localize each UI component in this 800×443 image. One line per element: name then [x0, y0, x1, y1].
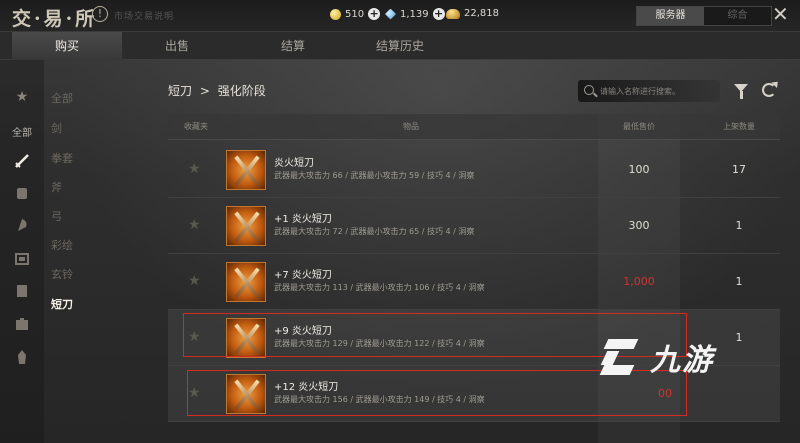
header-quantity[interactable]: 上架数量: [698, 114, 780, 140]
category-item-painting[interactable]: 彩绘: [51, 237, 73, 253]
filter-icon[interactable]: [734, 84, 748, 99]
item-stats: 武器最大攻击力 72 / 武器最小攻击力 65 / 技巧 4 / 洞察: [274, 227, 475, 236]
currency-gem: 1,139 +: [385, 8, 445, 20]
item-quantity: 17: [732, 163, 746, 176]
search-icon[interactable]: [584, 85, 594, 95]
book-icon[interactable]: [13, 316, 31, 334]
breadcrumb: 短刀 > 强化阶段: [168, 82, 266, 99]
item-price: 300: [628, 219, 650, 232]
watermark: 九游: [599, 332, 780, 382]
header-price[interactable]: 最低售价: [598, 114, 680, 140]
tab-combined[interactable]: 综合: [704, 7, 771, 25]
plus-icon[interactable]: +: [368, 8, 381, 20]
category-item-axe[interactable]: 斧: [51, 179, 62, 195]
item-name: +1 炎火短刀: [274, 214, 332, 225]
item-icon: [226, 150, 266, 190]
item-price: 100: [628, 163, 650, 176]
category-item-bell[interactable]: 玄铃: [51, 266, 73, 282]
sword-icon[interactable]: [13, 152, 31, 170]
search-input[interactable]: [600, 83, 714, 99]
tab-settle[interactable]: 结算: [238, 32, 348, 60]
currency-coins: 22,818: [446, 8, 499, 19]
breadcrumb-parent[interactable]: 短刀: [168, 84, 192, 98]
blue-gem-icon: [385, 8, 396, 20]
currency-coins-value: 22,818: [464, 8, 499, 19]
glove-icon[interactable]: [13, 184, 31, 202]
item-name: 炎火短刀: [274, 158, 314, 169]
all-category-label: 全部: [12, 128, 32, 139]
item-price: 1,000: [623, 275, 655, 288]
tab-buy[interactable]: 购买: [12, 32, 122, 60]
item-stats: 武器最大攻击力 113 / 武器最小攻击力 106 / 技巧 4 / 洞察: [274, 283, 485, 292]
category-item-gauntlet[interactable]: 拳套: [51, 150, 73, 166]
server-tabs: 服务器 综合: [636, 6, 772, 26]
close-icon[interactable]: ✕: [772, 4, 789, 24]
help-icon[interactable]: !: [92, 6, 108, 22]
table-header: 收藏夹 物品 最低售价 上架数量: [168, 114, 780, 140]
refresh-icon[interactable]: [762, 83, 776, 97]
category-item-dagger[interactable]: 短刀: [51, 296, 73, 312]
scroll-icon[interactable]: [13, 282, 31, 300]
currency-gold-value: 510: [345, 8, 365, 20]
tower-icon[interactable]: [13, 348, 31, 366]
currency-gold: 510 +: [330, 8, 381, 20]
plus-icon[interactable]: +: [432, 8, 445, 20]
table-row[interactable]: ★ 炎火短刀 武器最大攻击力 66 / 武器最小攻击力 59 / 技巧 4 / …: [168, 142, 780, 198]
favorite-star-icon[interactable]: ★: [188, 162, 201, 176]
top-bar: 交·易·所 ! 市场交易说明 510 + 1,139 + 22,818 服务器 …: [0, 0, 800, 32]
watermark-text: 九游: [650, 343, 714, 378]
gold-coin-icon: [330, 8, 341, 20]
header-item[interactable]: 物品: [224, 114, 598, 140]
exchange-window: 交·易·所 ! 市场交易说明 510 + 1,139 + 22,818 服务器 …: [0, 0, 800, 443]
star-icon[interactable]: ★: [13, 88, 31, 106]
category-item-sword[interactable]: 剑: [51, 120, 62, 136]
tab-sell[interactable]: 出售: [122, 32, 232, 60]
table-row[interactable]: ★ +1 炎火短刀 武器最大攻击力 72 / 武器最小攻击力 65 / 技巧 4…: [168, 198, 780, 254]
search-box: [578, 80, 720, 102]
item-quantity: 1: [735, 275, 743, 288]
item-icon: [226, 262, 266, 302]
nine-game-logo-icon: [599, 335, 644, 379]
category-item-all[interactable]: 全部: [51, 90, 73, 106]
bow-icon[interactable]: [13, 250, 31, 268]
header-favorite: 收藏夹: [184, 122, 208, 131]
main-tabs: 购买 出售 结算 结算历史: [0, 32, 800, 60]
currency-gem-value: 1,139: [400, 8, 429, 20]
exchange-logo: 交·易·所: [12, 8, 98, 30]
coin-pile-icon: [446, 8, 460, 19]
category-item-bow[interactable]: 弓: [51, 208, 62, 224]
tab-settle-history[interactable]: 结算历史: [340, 32, 460, 60]
item-stats: 武器最大攻击力 66 / 武器最小攻击力 59 / 技巧 4 / 洞察: [274, 171, 475, 180]
category-icon-column: ★ 全部: [0, 60, 44, 443]
table-row[interactable]: ★ +7 炎火短刀 武器最大攻击力 113 / 武器最小攻击力 106 / 技巧…: [168, 254, 780, 310]
favorite-star-icon[interactable]: ★: [188, 218, 201, 232]
item-icon: [226, 206, 266, 246]
category-list: 全部 剑 拳套 斧 弓 彩绘 玄铃 短刀: [44, 60, 154, 443]
favorite-star-icon[interactable]: ★: [188, 274, 201, 288]
breadcrumb-separator: >: [199, 84, 210, 98]
breadcrumb-current: 强化阶段: [217, 84, 266, 98]
item-name: +7 炎火短刀: [274, 270, 332, 281]
tab-server[interactable]: 服务器: [637, 7, 704, 25]
axe-icon[interactable]: [13, 216, 31, 234]
item-quantity: 1: [735, 219, 743, 232]
help-text: 市场交易说明: [114, 12, 175, 22]
